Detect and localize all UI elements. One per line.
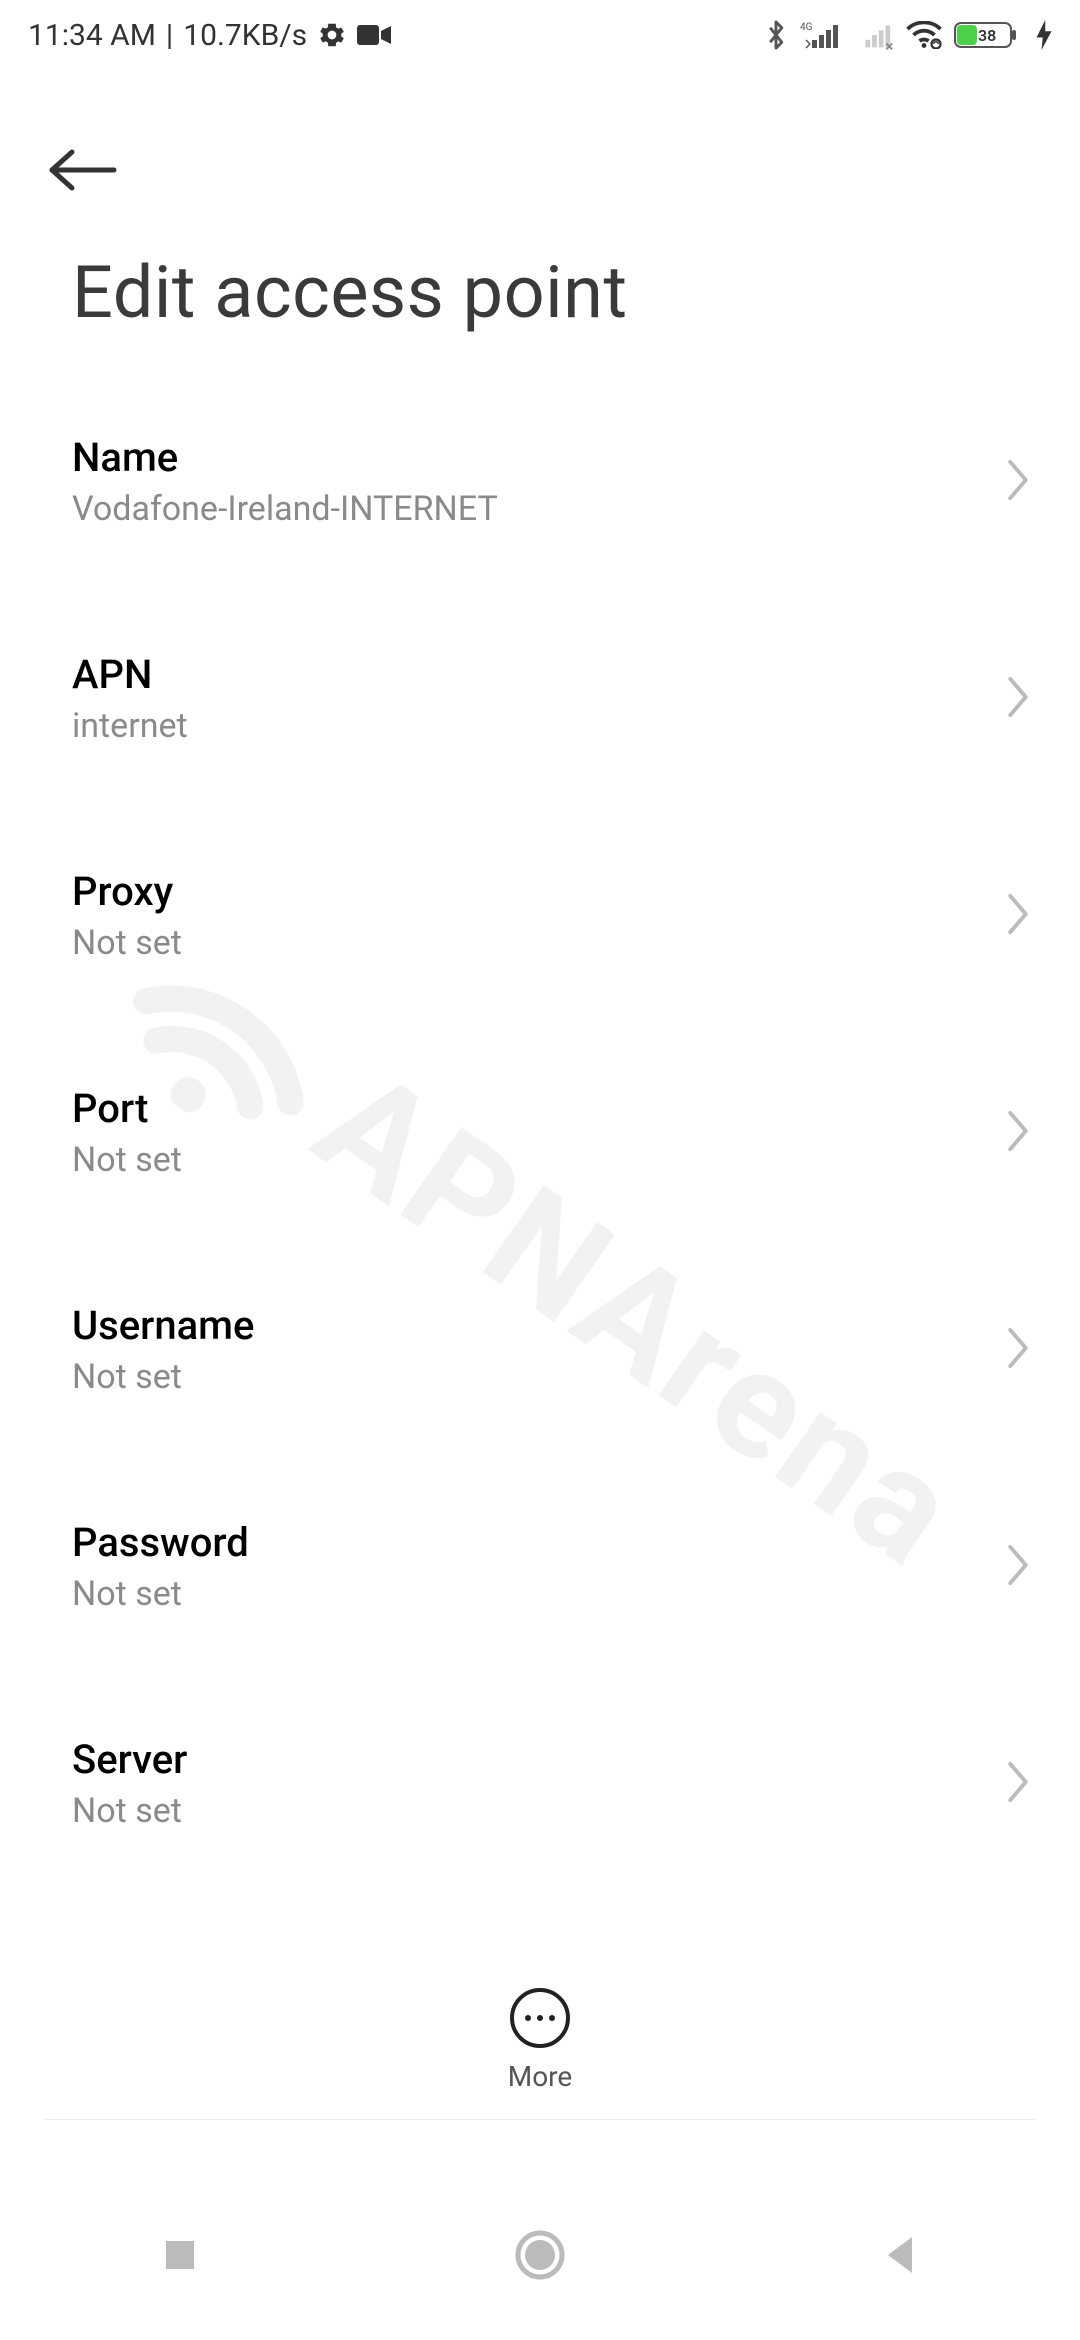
row-value: Not set <box>72 923 1008 963</box>
row-name[interactable]: Name Vodafone-Ireland-INTERNET <box>0 400 1080 563</box>
chevron-right-icon <box>1004 892 1032 940</box>
chevron-right-icon <box>1004 1326 1032 1374</box>
row-label: Password <box>72 1519 1008 1566</box>
charging-icon <box>1036 20 1052 50</box>
row-value: Not set <box>72 1791 1008 1831</box>
bluetooth-icon <box>764 19 788 51</box>
nav-back-button[interactable] <box>830 2215 970 2295</box>
android-navbar <box>0 2170 1080 2340</box>
divider <box>44 2119 1036 2120</box>
row-value: Vodafone-Ireland-INTERNET <box>72 489 1008 529</box>
row-value: Not set <box>72 1574 1008 1614</box>
row-label: Server <box>72 1736 1008 1783</box>
row-label: APN <box>72 651 1008 698</box>
row-username[interactable]: Username Not set <box>0 1268 1080 1431</box>
row-label: Proxy <box>72 868 1008 915</box>
row-label: Name <box>72 434 1008 481</box>
row-value: internet <box>72 706 1008 746</box>
battery-pct: 38 <box>978 26 996 45</box>
nav-recent-button[interactable] <box>110 2215 250 2295</box>
row-value: Not set <box>72 1140 1008 1180</box>
chevron-right-icon <box>1004 675 1032 723</box>
signal-nosim-icon <box>854 20 894 50</box>
row-password[interactable]: Password Not set <box>0 1485 1080 1648</box>
signal-4g-icon: 4G <box>800 20 842 50</box>
row-label: Username <box>72 1302 1008 1349</box>
gear-icon <box>317 20 347 50</box>
row-mmsc[interactable]: MMSC Not set <box>0 1919 1080 1940</box>
square-icon <box>160 2235 200 2275</box>
more-label: More <box>508 2060 573 2093</box>
battery-icon: 38 <box>954 19 1024 51</box>
camera-icon <box>357 23 391 47</box>
chevron-right-icon <box>1004 1109 1032 1157</box>
more-icon <box>510 1988 570 2048</box>
svg-text:4G: 4G <box>800 22 813 33</box>
nav-home-button[interactable] <box>470 2215 610 2295</box>
back-arrow-icon <box>48 146 118 194</box>
circle-icon <box>513 2228 567 2282</box>
triangle-left-icon <box>880 2233 920 2277</box>
row-server[interactable]: Server Not set <box>0 1702 1080 1865</box>
status-netspeed: 10.7KB/s <box>183 18 307 53</box>
back-button[interactable] <box>48 125 138 215</box>
status-bar: 11:34 AM | 10.7KB/s 4G <box>0 0 1080 70</box>
more-button[interactable]: More <box>0 1970 1080 2110</box>
row-label: Port <box>72 1085 1008 1132</box>
wifi-status-icon <box>906 21 942 49</box>
chevron-right-icon <box>1004 1760 1032 1808</box>
chevron-right-icon <box>1004 458 1032 506</box>
appbar <box>0 120 1080 220</box>
status-time: 11:34 AM <box>28 18 156 53</box>
page-title: Edit access point <box>72 250 1008 335</box>
chevron-right-icon <box>1004 1543 1032 1591</box>
settings-list: Name Vodafone-Ireland-INTERNET APN inter… <box>0 400 1080 1940</box>
row-value: Not set <box>72 1357 1008 1397</box>
row-port[interactable]: Port Not set <box>0 1051 1080 1214</box>
status-separator: | <box>166 18 173 53</box>
row-proxy[interactable]: Proxy Not set <box>0 834 1080 997</box>
row-apn[interactable]: APN internet <box>0 617 1080 780</box>
